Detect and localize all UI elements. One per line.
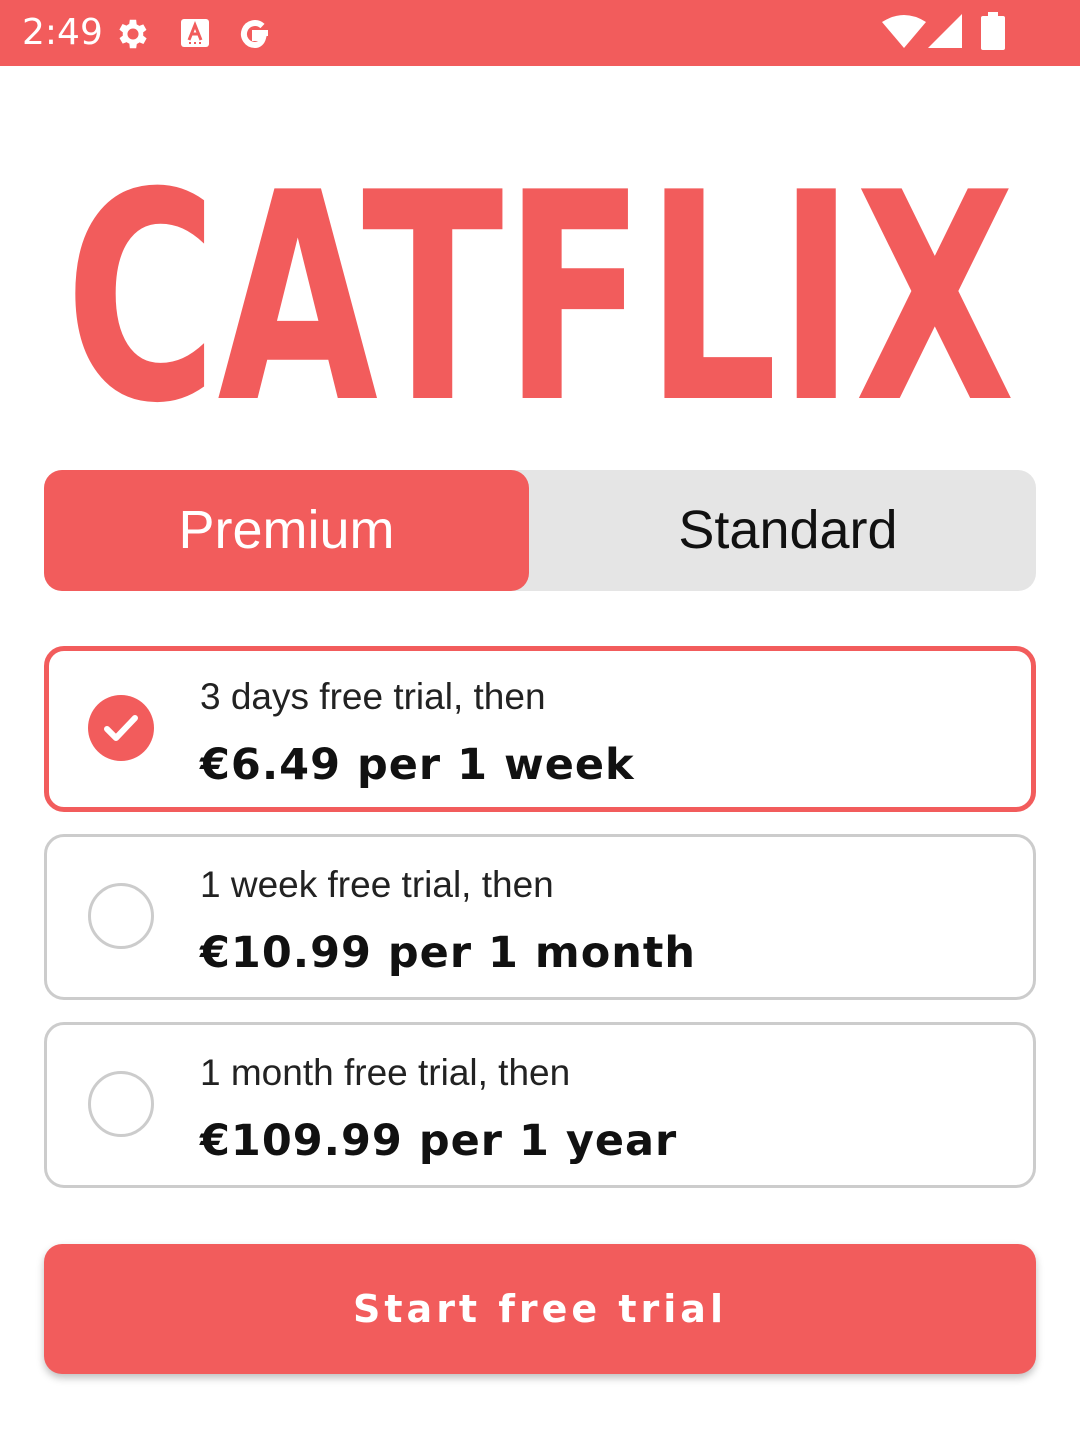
battery-icon — [980, 12, 1006, 52]
radio-unchecked[interactable] — [88, 1071, 154, 1137]
check-icon — [104, 715, 138, 741]
plan-type-toggle: Premium Standard — [44, 470, 1036, 591]
catflix-logo-text: CATFLIX — [65, 132, 1015, 420]
radio-unchecked[interactable] — [88, 883, 154, 949]
plan-price-text: €10.99 per 1 month — [200, 928, 697, 978]
plan-trial-text: 1 month free trial, then — [200, 1052, 571, 1093]
keyboard-a-icon — [180, 18, 210, 58]
catflix-logo: CATFLIX — [65, 132, 1015, 420]
wifi-icon — [880, 14, 928, 54]
plan-trial-text: 3 days free trial, then — [200, 676, 546, 717]
status-bar: 2:49 — [0, 0, 1080, 66]
plan-price-text: €109.99 per 1 year — [200, 1116, 678, 1166]
signal-icon — [928, 14, 962, 54]
settings-icon — [114, 15, 152, 55]
plan-option-weekly[interactable]: 3 days free trial, then €6.49 per 1 week — [44, 646, 1036, 812]
plan-option-monthly[interactable]: 1 week free trial, then €10.99 per 1 mon… — [44, 834, 1036, 1000]
start-free-trial-button[interactable]: Start free trial — [44, 1244, 1036, 1374]
tab-standard[interactable]: Standard — [540, 470, 1036, 591]
radio-checked[interactable] — [88, 695, 154, 761]
tab-premium[interactable]: Premium — [44, 470, 529, 591]
google-g-icon — [236, 15, 274, 55]
plan-option-yearly[interactable]: 1 month free trial, then €109.99 per 1 y… — [44, 1022, 1036, 1188]
status-time: 2:49 — [22, 12, 103, 53]
plan-price-text: €6.49 per 1 week — [200, 740, 635, 790]
plan-trial-text: 1 week free trial, then — [200, 864, 554, 905]
